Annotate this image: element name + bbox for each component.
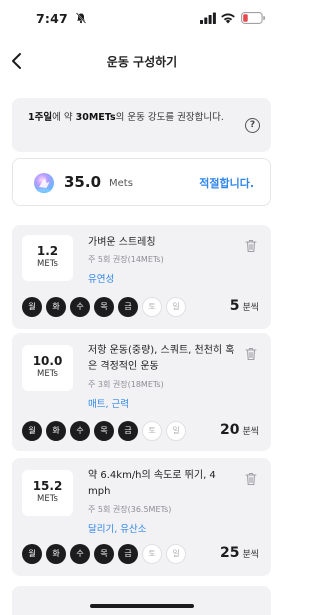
- exercise-card[interactable]: 10.0 METs 저항 운동(중량), 스쿼트, 천천히 혹은 격정적인 운동…: [12, 333, 271, 451]
- exercise-category: 달리기, 유산소: [88, 524, 147, 535]
- exercise-card[interactable]: 15.2 METs 약 6.4km/h의 속도로 뛰기, 4 mph 주 5회 …: [12, 458, 271, 576]
- exercise-card[interactable]: 1.2 METs 가벼운 스트레칭 주 5회 권장(14METs) 유연성 월 …: [12, 225, 271, 329]
- day-tue[interactable]: 화: [46, 297, 66, 317]
- day-thu[interactable]: 목: [94, 544, 114, 564]
- duration[interactable]: 25 분씩: [220, 545, 259, 561]
- day-thu[interactable]: 목: [94, 421, 114, 441]
- day-mon[interactable]: 월: [22, 421, 42, 441]
- help-question-icon[interactable]: ?: [245, 118, 260, 133]
- mets-badge: 1.2 METs: [22, 235, 73, 281]
- exercise-name: 저항 운동(중량), 스쿼트, 천천히 혹은 격정적인 운동: [88, 345, 235, 372]
- mets-badge: 10.0 METs: [22, 345, 73, 391]
- duration-value: 5: [229, 298, 240, 314]
- day-fri[interactable]: 금: [118, 297, 138, 317]
- total-mets-value: 35.0: [64, 173, 102, 191]
- duration-value: 20: [219, 422, 240, 438]
- day-sun[interactable]: 일: [166, 297, 186, 317]
- day-tue[interactable]: 화: [46, 421, 66, 441]
- day-sun[interactable]: 일: [166, 421, 186, 441]
- day-sat[interactable]: 토: [142, 421, 162, 441]
- page-title: 운동 구성하기: [106, 55, 178, 69]
- mets-badge: 15.2 METs: [22, 470, 73, 516]
- battery-icon: [241, 12, 265, 24]
- duration-unit: 분씩: [242, 303, 259, 313]
- mets-badge-label: METs: [37, 369, 58, 379]
- weekday-selector: 월 화 수 목 금 토 일: [22, 297, 186, 317]
- nav-bar: 운동 구성하기: [0, 44, 284, 78]
- recommendation-period: 1주일: [28, 112, 53, 123]
- day-fri[interactable]: 금: [118, 421, 138, 441]
- recommendation-text: 1주일에 약 30METs의 운동 강도를 권장합니다.: [28, 110, 228, 125]
- home-indicator[interactable]: [90, 604, 194, 608]
- day-fri[interactable]: 금: [118, 544, 138, 564]
- day-sat[interactable]: 토: [142, 297, 162, 317]
- mets-badge-label: METs: [37, 259, 58, 269]
- status-time: 7:47: [36, 11, 68, 26]
- exercise-recommendation: 주 5회 권장(14METs): [88, 255, 164, 264]
- weekday-selector: 월 화 수 목 금 토 일: [22, 421, 186, 441]
- mets-badge-value: 15.2: [32, 479, 63, 493]
- weekday-selector: 월 화 수 목 금 토 일: [22, 544, 186, 564]
- mets-summary-box: 35.0 Mets 적절합니다.: [12, 158, 271, 206]
- exercise-name: 가벼운 스트레칭: [88, 237, 156, 248]
- trash-icon[interactable]: [245, 472, 257, 486]
- duration-value: 25: [219, 545, 240, 561]
- duration-unit: 분씩: [242, 550, 259, 560]
- mets-verdict: 적절합니다.: [199, 177, 254, 190]
- exercise-recommendation: 주 5회 권장(36.5METs): [88, 505, 172, 514]
- recommendation-mets: 30METs: [75, 112, 116, 123]
- mets-badge-value: 1.2: [36, 244, 59, 258]
- day-sun[interactable]: 일: [166, 544, 186, 564]
- mets-badge-value: 10.0: [32, 354, 63, 368]
- day-wed[interactable]: 수: [70, 297, 90, 317]
- status-bar: 7:47: [0, 0, 284, 40]
- day-wed[interactable]: 수: [70, 421, 90, 441]
- exercise-category: 매트, 근력: [88, 399, 129, 410]
- day-wed[interactable]: 수: [70, 544, 90, 564]
- recommendation-text-part: 에 약: [52, 112, 76, 123]
- recommendation-text-part: 의 운동 강도를 권장합니다.: [115, 112, 224, 123]
- wifi-icon: [221, 13, 235, 24]
- duration[interactable]: 20 분씩: [220, 422, 259, 438]
- total-mets-unit: Mets: [109, 178, 133, 189]
- cellular-signal-icon: [200, 12, 216, 24]
- exercise-category: 유연성: [88, 274, 115, 285]
- bell-slash-icon: [75, 12, 87, 24]
- day-mon[interactable]: 월: [22, 297, 42, 317]
- exercise-card-partial: [12, 586, 271, 615]
- day-tue[interactable]: 화: [46, 544, 66, 564]
- sparkle-orb-icon: [34, 173, 54, 193]
- mets-badge-label: METs: [37, 494, 58, 504]
- day-thu[interactable]: 목: [94, 297, 114, 317]
- duration-unit: 분씩: [242, 427, 259, 437]
- exercise-name: 약 6.4km/h의 속도로 뛰기, 4 mph: [88, 470, 216, 497]
- day-sat[interactable]: 토: [142, 544, 162, 564]
- duration[interactable]: 5 분씩: [230, 298, 259, 314]
- trash-icon[interactable]: [245, 239, 257, 253]
- trash-icon[interactable]: [245, 347, 257, 361]
- day-mon[interactable]: 월: [22, 544, 42, 564]
- recommendation-info-box: 1주일에 약 30METs의 운동 강도를 권장합니다. ?: [12, 98, 271, 152]
- exercise-recommendation: 주 3회 권장(18METs): [88, 380, 164, 389]
